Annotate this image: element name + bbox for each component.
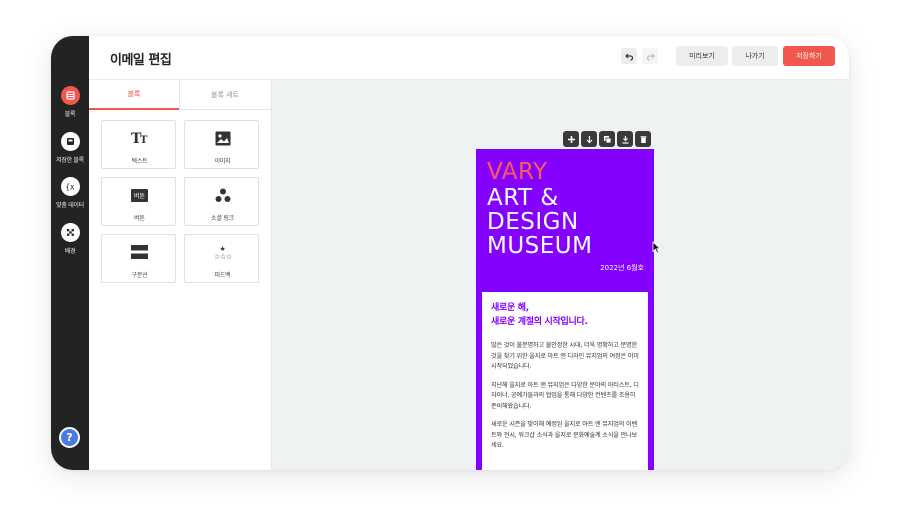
tile-social-link[interactable]: 소셜 링크 xyxy=(184,177,259,226)
mouse-cursor-icon xyxy=(652,241,661,254)
add-block-button[interactable] xyxy=(563,131,579,147)
undo-button[interactable] xyxy=(621,48,637,64)
svg-text:★: ★ xyxy=(219,245,225,253)
saved-blocks-icon xyxy=(60,132,80,151)
background-icon xyxy=(60,223,80,242)
hero-title-vary: VARY xyxy=(487,159,548,185)
download-icon xyxy=(622,135,628,144)
tile-label: 이미지 xyxy=(214,158,231,165)
blocks-icon xyxy=(60,86,80,105)
rail-item-background[interactable]: 배경 xyxy=(51,223,89,255)
body-paragraph: 지난해 을지로 아트 앤 뮤지엄은 다양한 분야의 아티스트, 디자이너, 공예… xyxy=(491,381,639,410)
body-paragraph: 많은 것이 불분명하고 불안정한 시대, 더욱 명확하고 분명한 것을 찾기 위… xyxy=(491,342,639,370)
rail-item-custom-data[interactable]: {x} 맞춤 데이터 xyxy=(51,177,89,209)
social-link-icon xyxy=(215,188,230,202)
text-icon: TT xyxy=(131,131,148,146)
feedback-icon: ★☆ ☆ ☆ xyxy=(214,245,232,260)
tile-feedback[interactable]: ★ ☆ ☆ ☆ 피드백 xyxy=(184,234,259,283)
download-button[interactable] xyxy=(617,131,633,147)
email-preview[interactable]: VARY ART & DESIGN MUSEUM 2022년 6월호 새로운 해… xyxy=(476,149,654,470)
exit-button[interactable]: 나가기 xyxy=(732,46,778,66)
undo-icon xyxy=(624,53,633,61)
svg-text:☆: ☆ xyxy=(226,253,232,260)
app-window: 블록 저장한 블록 {x} 맞춤 데이터 배경 ? 이메일 편집 xyxy=(51,36,849,470)
divider-icon xyxy=(131,245,148,259)
tile-label: 소셜 링크 xyxy=(211,215,234,222)
rail-label: 블록 xyxy=(64,111,76,118)
hero-title-line: MUSEUM xyxy=(487,233,593,259)
rail-label: 저장한 블록 xyxy=(56,157,84,164)
duplicate-icon xyxy=(603,135,611,143)
preview-button[interactable]: 미리보기 xyxy=(676,46,728,66)
duplicate-button[interactable] xyxy=(599,131,615,147)
hero-title-line: ART & xyxy=(487,185,559,211)
tile-text[interactable]: TT 텍스트 xyxy=(101,120,176,169)
rail-item-saved-blocks[interactable]: 저장한 블록 xyxy=(51,132,89,164)
rail-label: 맞춤 데이터 xyxy=(56,202,84,209)
body-paragraph: 새로운 시즌을 맞이해 예정된 을지로 아트 앤 뮤지엄의 이벤트와 전시, 워… xyxy=(491,421,637,449)
redo-icon xyxy=(646,53,655,61)
page-title: 이메일 편집 xyxy=(110,53,172,68)
delete-button[interactable] xyxy=(635,131,651,147)
blocks-panel: 블록 블록 세트 TT 텍스트 이미지 버튼 버튼 소셜 링크 구분선 ★ ☆ ☆ ☆… xyxy=(89,80,272,470)
body-heading: 새로운 해, xyxy=(491,303,529,313)
hero-title-line: DESIGN xyxy=(487,209,579,235)
editor-canvas[interactable]: VARY ART & DESIGN MUSEUM 2022년 6월호 새로운 해… xyxy=(272,80,849,470)
move-down-button[interactable] xyxy=(581,131,597,147)
svg-text:{x}: {x} xyxy=(66,183,76,192)
custom-data-icon: {x} xyxy=(60,177,80,196)
tile-label: 버튼 xyxy=(134,215,145,222)
side-rail: 블록 저장한 블록 {x} 맞춤 데이터 배경 ? xyxy=(51,36,89,470)
tile-label: 피드백 xyxy=(214,272,231,279)
panel-tabs: 블록 블록 세트 xyxy=(89,80,272,110)
body-heading: 새로운 계절의 시작입니다. xyxy=(491,317,588,327)
button-icon: 버튼 xyxy=(130,188,149,202)
save-button[interactable]: 저장하기 xyxy=(783,46,835,66)
issue-date: 2022년 6월호 xyxy=(600,264,644,272)
tile-image[interactable]: 이미지 xyxy=(184,120,259,169)
svg-text:T: T xyxy=(140,135,148,146)
tile-button[interactable]: 버튼 버튼 xyxy=(101,177,176,226)
email-body-card: 새로운 해, 새로운 계절의 시작입니다. 많은 것이 불분명하고 불안정한 시… xyxy=(482,292,648,470)
tile-divider[interactable]: 구분선 xyxy=(101,234,176,283)
tile-label: 구분선 xyxy=(131,272,148,279)
redo-button[interactable] xyxy=(642,48,658,64)
tile-label: 텍스트 xyxy=(131,158,148,165)
header: 이메일 편집 미리보기 나가기 저장하기 xyxy=(89,36,849,80)
delete-icon xyxy=(640,135,646,143)
rail-label: 배경 xyxy=(64,248,76,255)
block-toolbar xyxy=(563,131,651,147)
help-button[interactable]: ? xyxy=(59,427,80,448)
move-down-icon xyxy=(586,135,592,143)
add-icon xyxy=(567,135,575,143)
image-icon xyxy=(215,131,230,145)
tab-blocks[interactable]: 블록 xyxy=(89,80,179,110)
rail-item-blocks[interactable]: 블록 xyxy=(51,86,89,118)
tab-block-sets[interactable]: 블록 세트 xyxy=(180,80,270,110)
